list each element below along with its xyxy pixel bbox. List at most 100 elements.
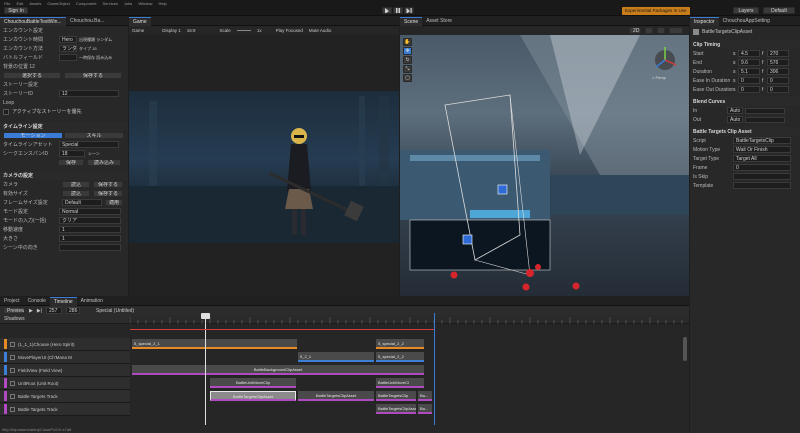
skill-toggle[interactable]: スキル [64,132,124,139]
tab-scene[interactable]: Scene [400,16,423,26]
blend-out-curve[interactable] [745,116,785,123]
hand-tool-button[interactable]: ✋ [403,38,412,46]
tab-animation[interactable]: Animation [77,297,107,306]
menu-component[interactable]: Component [76,1,97,6]
timeline-save-button[interactable]: 保存 [58,159,84,166]
camera-section-header[interactable]: カメラの設定 [0,171,128,180]
battle-field-extra[interactable]: 一時保存 読み込み [79,55,112,61]
valid-size-save-button[interactable]: 保存する [93,190,123,197]
move-speed-field[interactable]: 1 [59,226,121,233]
vertical-scrollbar[interactable] [683,337,687,361]
2d-toggle[interactable]: 2D [629,27,641,34]
asset-section-header[interactable]: Battle Targets Clip Asset [690,127,800,136]
timing-seconds-field[interactable]: 4.5 [738,50,760,57]
clip-battle-targets[interactable]: BattleTargetsClipAsset [298,391,374,401]
play-button[interactable] [382,7,392,14]
tab-inspector[interactable]: Inspector [690,17,719,26]
clip-ba-2[interactable]: Ba... [418,404,432,414]
asset-field[interactable]: BattleTargetsClip [733,137,791,144]
aspect-dropdown[interactable]: 16:9 [187,28,196,33]
menu-assets[interactable]: Assets [29,1,41,6]
blend-in-dropdown[interactable]: Auto [727,107,743,114]
clip-special-2-1[interactable]: 5_special_2_1 [132,339,297,349]
timeline-track[interactable]: Battle Targets Track [0,390,130,403]
clip-unit-move-2[interactable]: BattleUnitMoveCl [376,378,424,388]
move-tool-button[interactable]: ✥ [403,47,412,55]
game-mode-dropdown[interactable]: Game [132,28,144,33]
track-lock-icon[interactable] [10,341,15,347]
timing-seconds-field[interactable]: 0 [738,86,760,93]
track-lock-icon[interactable] [10,380,15,386]
timeline-track[interactable]: MovePlayerUI (Ch'Mana M [0,351,130,364]
audio-toggle[interactable] [657,27,665,34]
frame-size-dropdown[interactable]: Default [62,199,102,206]
size-field[interactable]: 1 [59,235,121,242]
asset-field[interactable]: Wait Or Finish [733,146,791,153]
scene-direction-field[interactable] [59,244,121,251]
clip-timing-header[interactable]: Clip Timing [690,40,800,49]
clip-5-2-1[interactable]: 5_2_1 [298,352,374,362]
menu-edit[interactable]: Edit [16,1,23,6]
frame-field[interactable]: 257 [46,307,63,314]
clip-unit-move[interactable]: BattleUnitMoveClip [210,378,296,388]
end-marker[interactable] [434,313,435,425]
camera-save-button[interactable]: 保存する [93,181,123,188]
valid-size-load-button[interactable]: 読込 [62,190,90,197]
sequence-id-field[interactable]: 18 [59,150,85,157]
frame2-field[interactable]: 286 [66,307,81,314]
timing-frames-field[interactable]: 306 [767,68,789,75]
timeline-track[interactable]: FieldView (Field View) [0,364,130,377]
rect-tool-button[interactable]: ▢ [403,74,412,82]
asset-field[interactable] [733,182,791,189]
clip-special-2-2b[interactable]: 5_special_2_2 [376,352,424,362]
save-button[interactable]: 保存する [64,72,122,79]
tab-console[interactable]: Console [24,297,50,306]
tab-app-setting[interactable]: ChouchouAppSetting [719,17,774,26]
experimental-packages-label[interactable]: Experimental Packages In Use [622,7,690,15]
menu-jobs[interactable]: Jobs [124,1,132,6]
menu-file[interactable]: File [4,1,10,6]
asset-field[interactable] [733,173,791,180]
clip-special-2-2[interactable]: 5_special_2_2 [376,339,424,349]
encount-time-field[interactable]: Hero [59,36,77,43]
layers-dropdown[interactable]: Layers [733,7,759,14]
timing-frames-field[interactable]: 0 [767,86,789,93]
timeline-track[interactable]: UnitRoot (Unit Root) [0,377,130,390]
scale-tool-button[interactable]: ⤡ [403,65,412,73]
tab-asset-store[interactable]: Asset Store [422,17,456,26]
select-button[interactable]: 選択する [3,72,61,79]
timeline-asset-name[interactable]: Special (Untitled) [96,308,134,314]
tl-play-icon[interactable]: ▶ [29,308,33,314]
sign-in-button[interactable]: Sign In [4,7,28,14]
timeline-section-header[interactable]: タイムライン設定 [0,122,128,131]
camera-load-button[interactable]: 読込 [62,181,90,188]
clip-battle-targets-b[interactable]: BattleTargetsClipAsset [376,404,416,414]
track-lock-icon[interactable] [10,354,15,360]
active-story-checkbox[interactable] [3,108,9,115]
menu-window[interactable]: Window [138,1,152,6]
menu-help[interactable]: Help [159,1,167,6]
rotate-tool-button[interactable]: ↻ [403,56,412,64]
track-lock-icon[interactable] [10,393,15,399]
battle-field-field[interactable] [59,54,77,61]
menu-gameobject[interactable]: GameObject [47,1,69,6]
clip-battle-targets-selected[interactable]: BattleTargetsClipAsset [210,391,296,401]
menu-services[interactable]: Services [103,1,118,6]
story-id-field[interactable]: 12 [59,90,119,97]
display-dropdown[interactable]: Display 1 [162,28,181,33]
blend-out-dropdown[interactable]: Auto [727,116,743,123]
timeline-asset-field[interactable]: Special [59,141,119,148]
scene-render[interactable]: < Persp ✋ ✥ ↻ ⤡ ▢ [400,35,689,296]
mode-input-field[interactable]: クリア [59,217,121,224]
frame-size-apply-button[interactable]: 適用 [105,199,123,206]
step-button[interactable] [404,7,414,14]
timing-frames-field[interactable]: 270 [767,50,789,57]
blend-in-curve[interactable] [745,107,785,114]
timing-frames-field[interactable]: 576 [767,59,789,66]
clip-battle-targets-short[interactable]: BattleTargetsClip [376,391,416,401]
clip-battle-background[interactable]: BattleBackgroundClipAsset [132,365,424,375]
encount-method-field[interactable]: ランダム [59,45,77,52]
timing-seconds-field[interactable]: 9.6 [738,59,760,66]
clip-ba-1[interactable]: Ba... [418,391,432,401]
track-lock-icon[interactable] [10,367,15,373]
